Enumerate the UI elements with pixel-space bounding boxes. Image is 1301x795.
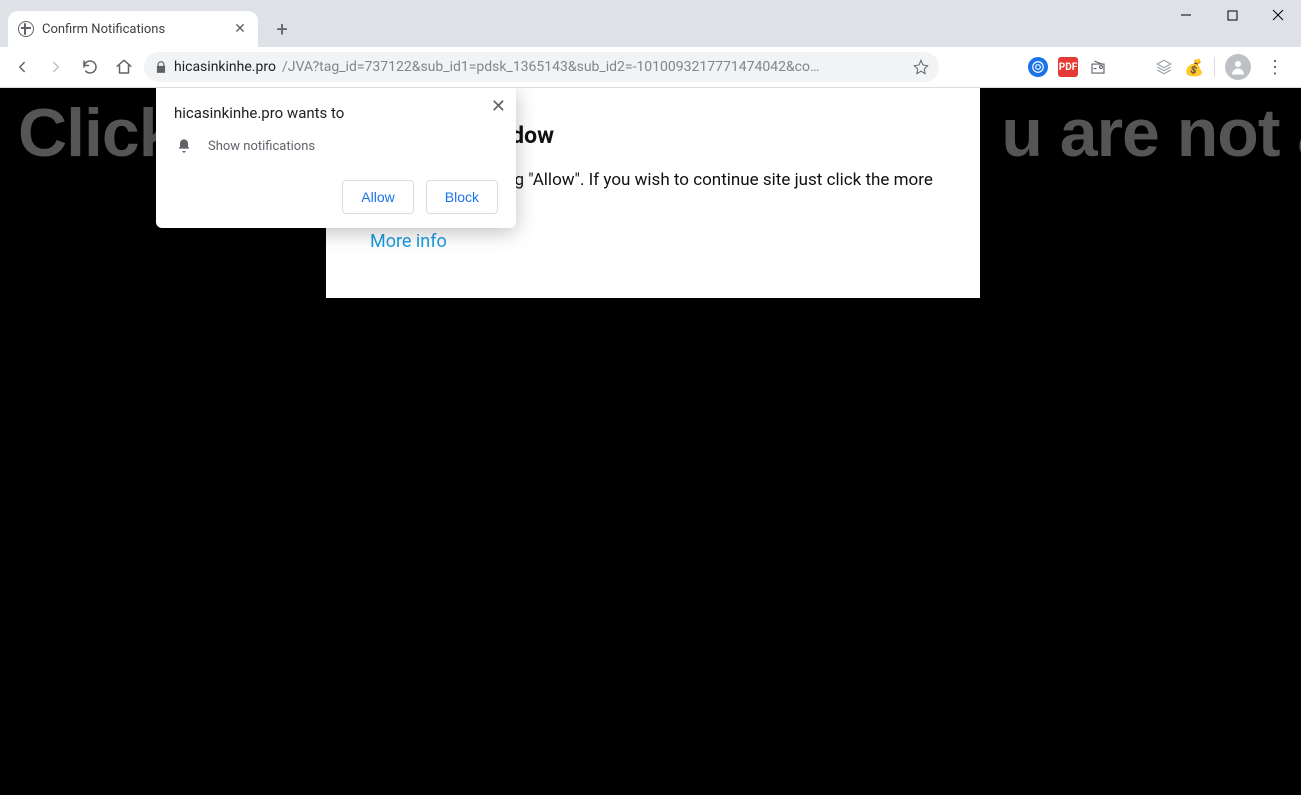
lock-icon bbox=[154, 60, 168, 74]
background-heading-left: Click bbox=[18, 95, 176, 171]
address-bar[interactable]: hicasinkinhe.pro /JVA?tag_id=737122&sub_… bbox=[144, 52, 939, 82]
tab-strip: Confirm Notifications ✕ + bbox=[0, 0, 1301, 47]
background-heading-right: u are not a bbox=[1001, 95, 1301, 171]
extension-moneybag-icon[interactable]: 💰 bbox=[1184, 57, 1204, 77]
allow-button[interactable]: Allow bbox=[342, 180, 413, 214]
reload-button[interactable] bbox=[76, 53, 104, 81]
profile-avatar-button[interactable] bbox=[1225, 54, 1251, 80]
back-button[interactable] bbox=[8, 53, 36, 81]
popup-actions: Allow Block bbox=[174, 180, 498, 214]
notification-permission-popup: ✕ hicasinkinhe.pro wants to Show notific… bbox=[156, 88, 516, 228]
browser-menu-button[interactable]: ⋮ bbox=[1261, 53, 1289, 81]
extension-pdf-icon[interactable]: PDF bbox=[1058, 57, 1078, 77]
toolbar-divider bbox=[1214, 57, 1215, 77]
extension-layers-icon[interactable] bbox=[1154, 57, 1174, 77]
tab-title: Confirm Notifications bbox=[42, 22, 224, 37]
globe-icon bbox=[18, 21, 34, 37]
tab-close-button[interactable]: ✕ bbox=[232, 21, 248, 37]
url-host: hicasinkinhe.pro bbox=[174, 59, 276, 75]
extension-radio-icon[interactable] bbox=[1088, 57, 1108, 77]
forward-button[interactable] bbox=[42, 53, 70, 81]
url-path: /JVA?tag_id=737122&sub_id1=pdsk_1365143&… bbox=[282, 59, 907, 75]
popup-close-button[interactable]: ✕ bbox=[491, 96, 506, 117]
home-button[interactable] bbox=[110, 53, 138, 81]
window-minimize-button[interactable] bbox=[1163, 0, 1209, 30]
page-viewport: Click u are not a close this window e cl… bbox=[0, 88, 1301, 795]
more-info-link[interactable]: More info bbox=[370, 231, 447, 252]
popup-permission-row: Show notifications bbox=[174, 138, 498, 154]
window-maximize-button[interactable] bbox=[1209, 0, 1255, 30]
toolbar-right: PDF 💰 ⋮ bbox=[1028, 53, 1293, 81]
block-button[interactable]: Block bbox=[426, 180, 498, 214]
browser-tab[interactable]: Confirm Notifications ✕ bbox=[8, 11, 258, 47]
bell-icon bbox=[176, 138, 192, 154]
window-close-button[interactable] bbox=[1255, 0, 1301, 30]
bookmark-star-icon[interactable] bbox=[913, 59, 929, 75]
popup-title: hicasinkinhe.pro wants to bbox=[174, 104, 498, 122]
new-tab-button[interactable]: + bbox=[268, 15, 296, 43]
browser-toolbar: hicasinkinhe.pro /JVA?tag_id=737122&sub_… bbox=[0, 47, 1301, 88]
extension-spiral-icon[interactable] bbox=[1028, 57, 1048, 77]
popup-permission-label: Show notifications bbox=[208, 139, 315, 154]
